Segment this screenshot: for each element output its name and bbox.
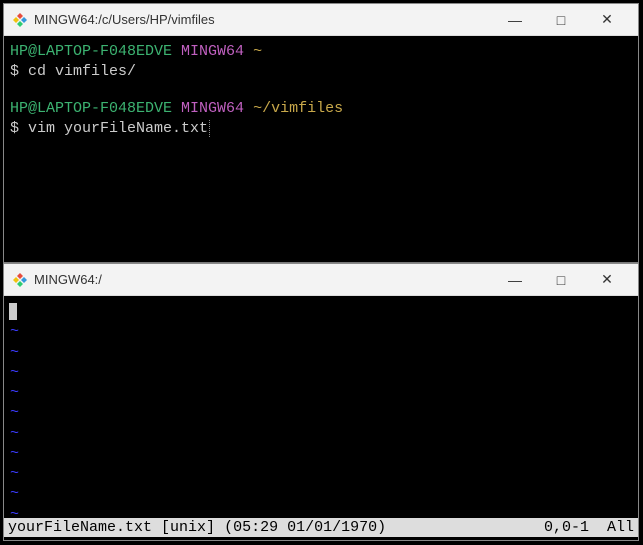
vim-tilde-line: ~ (10, 464, 632, 484)
app-icon (12, 12, 28, 28)
cursor-line (10, 302, 632, 322)
cwd-path: ~/vimfiles (253, 100, 343, 117)
status-time: (05:29 01/01/1970) (224, 519, 386, 536)
close-button[interactable]: ✕ (584, 4, 630, 36)
minimize-button[interactable]: — (492, 264, 538, 296)
vim-statusbar: yourFileName.txt [unix] (05:29 01/01/197… (4, 518, 638, 537)
titlebar[interactable]: MINGW64:/c/Users/HP/vimfiles — □ ✕ (4, 4, 638, 36)
user-host: HP@LAPTOP-F048EDVE (10, 43, 172, 60)
terminal-content[interactable]: HP@LAPTOP-F048EDVE MINGW64 ~ $ cd vimfil… (4, 36, 638, 262)
command-line: $ vim yourFileName.txt (10, 119, 632, 139)
env-label: MINGW64 (181, 43, 244, 60)
vim-tilde-line: ~ (10, 343, 632, 363)
prompt-symbol: $ (10, 120, 28, 137)
window-title: MINGW64:/c/Users/HP/vimfiles (34, 12, 492, 27)
terminal-window-bash: MINGW64:/c/Users/HP/vimfiles — □ ✕ HP@LA… (3, 3, 639, 263)
user-host: HP@LAPTOP-F048EDVE (10, 100, 172, 117)
prompt-symbol: $ (10, 63, 28, 80)
minimize-button[interactable]: — (492, 4, 538, 36)
blank-line (10, 83, 632, 99)
app-icon (12, 272, 28, 288)
close-button[interactable]: ✕ (584, 264, 630, 296)
vim-tilde-line: ~ (10, 444, 632, 464)
window-controls: — □ ✕ (492, 264, 630, 296)
status-format: [unix] (161, 519, 215, 536)
command-text: vim yourFileName.txt (28, 120, 210, 137)
vim-buffer[interactable]: ~ ~ ~ ~ ~ ~ ~ ~ ~ ~ (4, 296, 638, 518)
status-filename: yourFileName.txt (8, 519, 152, 536)
maximize-button[interactable]: □ (538, 4, 584, 36)
prompt-line: HP@LAPTOP-F048EDVE MINGW64 ~/vimfiles (10, 99, 632, 119)
cursor-icon (9, 303, 17, 320)
command-text: cd vimfiles/ (28, 63, 136, 80)
status-scroll: All (607, 519, 634, 536)
titlebar[interactable]: MINGW64:/ — □ ✕ (4, 264, 638, 296)
status-left: yourFileName.txt [unix] (05:29 01/01/197… (8, 519, 544, 536)
status-cursor-pos: 0,0-1 (544, 519, 589, 536)
vim-tilde-line: ~ (10, 403, 632, 423)
vim-tilde-line: ~ (10, 424, 632, 444)
status-right: 0,0-1 All (544, 519, 634, 536)
prompt-line: HP@LAPTOP-F048EDVE MINGW64 ~ (10, 42, 632, 62)
vim-tilde-line: ~ (10, 484, 632, 504)
cwd-path: ~ (253, 43, 262, 60)
window-controls: — □ ✕ (492, 4, 630, 36)
command-line: $ cd vimfiles/ (10, 62, 632, 82)
vim-tilde-line: ~ (10, 322, 632, 342)
window-title: MINGW64:/ (34, 272, 492, 287)
vim-tilde-line: ~ (10, 383, 632, 403)
terminal-window-vim: MINGW64:/ — □ ✕ ~ ~ ~ ~ ~ ~ ~ ~ ~ ~ your… (3, 263, 639, 541)
env-label: MINGW64 (181, 100, 244, 117)
vim-tilde-line: ~ (10, 363, 632, 383)
maximize-button[interactable]: □ (538, 264, 584, 296)
